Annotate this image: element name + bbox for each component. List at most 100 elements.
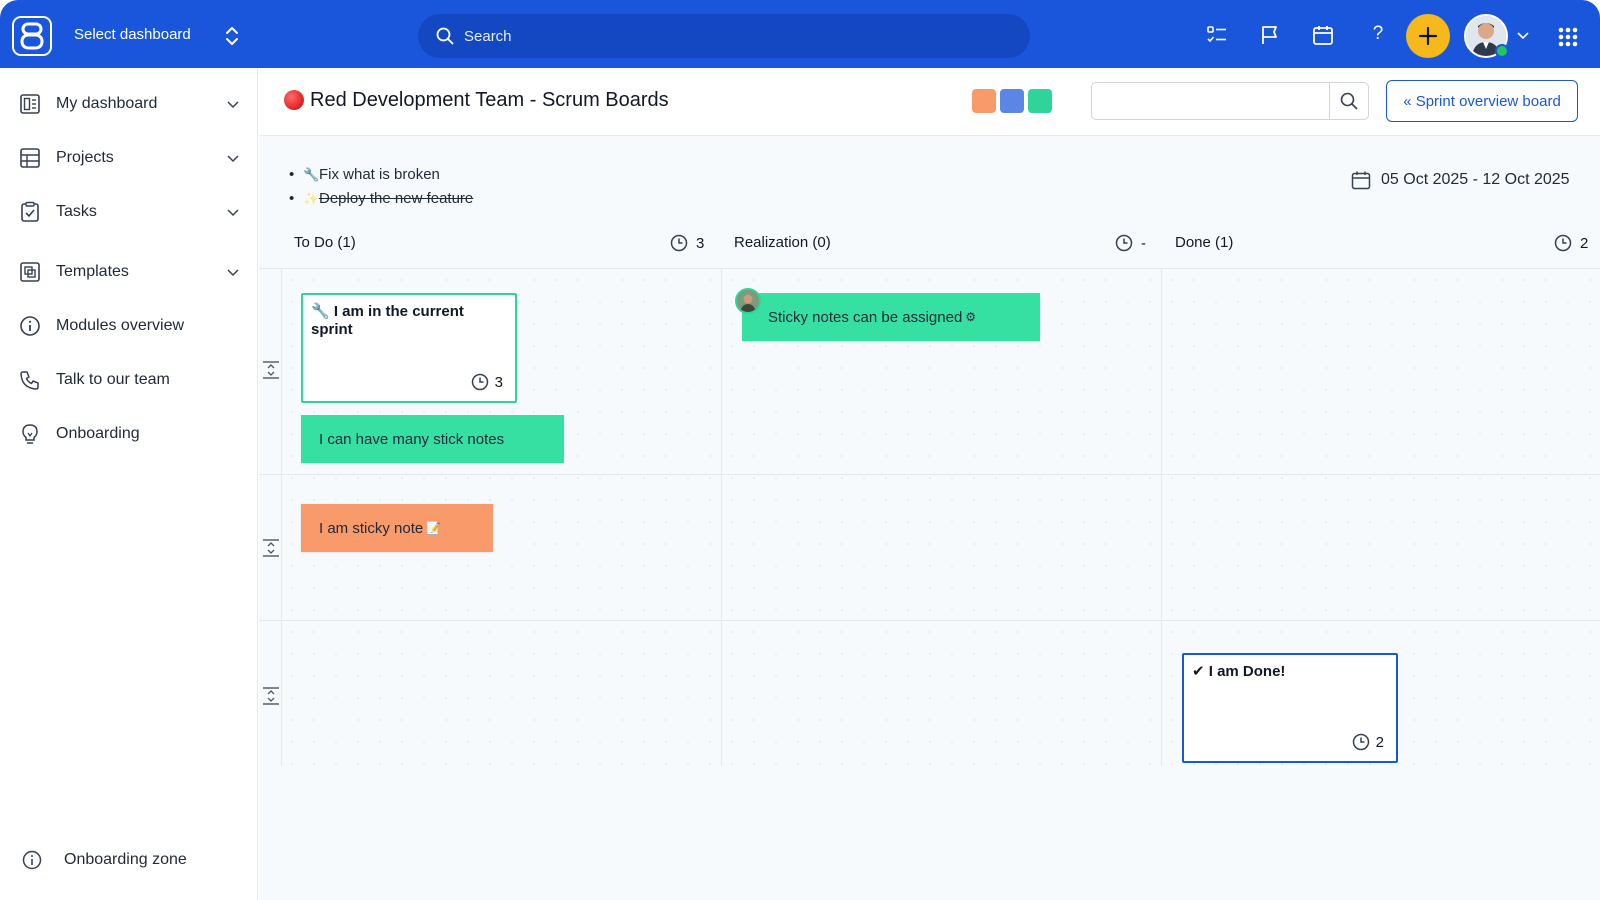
global-search[interactable] <box>418 14 1030 58</box>
estimate-value: 3 <box>696 234 705 252</box>
sprint-goal-item: ✨Deploy the new feature <box>289 188 473 212</box>
sidebar-item-label: Onboarding <box>56 425 140 442</box>
select-dashboard-label[interactable]: Select dashboard <box>74 26 191 43</box>
logo-icon <box>20 22 44 50</box>
sprint-overview-button[interactable]: « Sprint overview board <box>1386 80 1578 122</box>
estimate-value: - <box>1141 234 1146 252</box>
sidebar-item-tasks[interactable]: Tasks <box>0 192 258 232</box>
color-filter-orange[interactable] <box>972 89 996 113</box>
collapse-row-icon[interactable] <box>262 538 280 558</box>
divider <box>259 474 1600 475</box>
sidebar-item-label: Templates <box>56 263 129 280</box>
sidebar-item-projects[interactable]: Projects <box>0 138 258 178</box>
red-circle-icon <box>284 90 304 110</box>
sprint-goal-text: Deploy the new feature <box>319 190 474 207</box>
search-icon <box>1340 92 1357 110</box>
sticky-note[interactable]: I am sticky note 📝 <box>301 504 493 552</box>
wrench-icon: 🔧 <box>303 167 320 182</box>
sticky-note-text: I am sticky note <box>319 519 424 537</box>
clock-icon <box>471 373 488 391</box>
checklist-icon[interactable] <box>1206 24 1228 46</box>
help-icon[interactable]: ? <box>1368 23 1388 45</box>
onboarding-zone-label: Onboarding zone <box>64 851 187 868</box>
task-card-title: ✔ I am Done! <box>1192 663 1286 680</box>
divider <box>1161 268 1162 766</box>
online-status-icon <box>1495 44 1509 58</box>
board-header: Red Development Team - Scrum Boards « Sp… <box>259 68 1600 136</box>
info-icon <box>22 850 42 870</box>
sidebar-item-onboarding[interactable]: Onboarding <box>0 414 258 454</box>
phone-icon <box>20 371 39 390</box>
column-estimate-realization: - <box>1115 234 1146 252</box>
sidebar-item-templates[interactable]: Templates <box>0 252 258 292</box>
sidebar-item-label: My dashboard <box>56 95 158 112</box>
sidebar-item-label: Talk to our team <box>56 371 170 388</box>
sticky-note[interactable]: Sticky notes can be assigned ⚙ <box>742 293 1040 341</box>
sparkle-icon: ✨ <box>303 191 320 206</box>
sticky-note-text: Sticky notes can be assigned <box>768 308 963 326</box>
chevron-down-icon[interactable] <box>226 97 240 111</box>
calendar-icon <box>1351 171 1371 190</box>
sprint-goals: 🔧Fix what is broken ✨Deploy the new feat… <box>289 164 473 212</box>
search-input[interactable] <box>464 27 964 45</box>
apps-grid-icon[interactable] <box>1557 26 1579 48</box>
sidebar-item-modules-overview[interactable]: Modules overview <box>0 306 258 346</box>
projects-icon <box>20 148 40 168</box>
clock-icon <box>1554 234 1572 252</box>
sprint-date-range[interactable]: 05 Oct 2025 - 12 Oct 2025 <box>1351 170 1570 190</box>
chevron-down-icon[interactable] <box>226 265 240 279</box>
chevron-down-icon[interactable] <box>226 151 240 165</box>
sticky-note[interactable]: I can have many stick notes <box>301 415 564 463</box>
lightbulb-icon <box>22 424 38 444</box>
sidebar: My dashboard Projects Tasks Templates Mo… <box>0 68 258 900</box>
person-icon <box>737 290 759 312</box>
collapse-row-icon[interactable] <box>262 360 280 380</box>
add-button[interactable] <box>1406 14 1450 58</box>
clock-icon <box>1115 234 1133 252</box>
column-estimate-todo: 3 <box>670 234 704 252</box>
gear-icon: ⚙ <box>965 310 977 324</box>
estimate-value: 3 <box>494 373 503 391</box>
board-search-button[interactable] <box>1329 83 1367 119</box>
sidebar-item-talk-to-team[interactable]: Talk to our team <box>0 360 258 400</box>
dashboard-icon <box>20 94 40 114</box>
board-search-input[interactable] <box>1091 82 1369 120</box>
clock-icon <box>1352 733 1369 751</box>
info-icon <box>20 316 40 336</box>
divider <box>721 268 722 766</box>
divider <box>259 268 1600 269</box>
clock-icon <box>670 234 688 252</box>
collapse-row-icon[interactable] <box>262 686 280 706</box>
task-card[interactable]: 🔧 I am in the current sprint 3 <box>301 293 517 403</box>
top-bar: Select dashboard ? <box>0 0 1600 68</box>
color-filter-blue[interactable] <box>1000 89 1024 113</box>
chevron-updown-icon[interactable] <box>224 24 240 48</box>
app-logo[interactable] <box>12 16 52 56</box>
sidebar-item-label: Tasks <box>56 203 97 220</box>
calendar-icon[interactable] <box>1312 24 1334 46</box>
task-card-title: 🔧 I am in the current sprint <box>311 303 464 338</box>
note-icon: 📝 <box>426 521 442 535</box>
column-header-todo: To Do (1) <box>294 234 356 251</box>
sprint-goal-item: 🔧Fix what is broken <box>289 164 473 188</box>
chevron-down-icon[interactable] <box>1516 28 1530 42</box>
chevron-down-icon[interactable] <box>226 205 240 219</box>
search-icon <box>436 27 454 45</box>
sidebar-item-label: Modules overview <box>56 317 185 334</box>
column-header-done: Done (1) <box>1175 234 1234 251</box>
divider <box>281 268 282 766</box>
sidebar-onboarding-zone[interactable]: Onboarding zone <box>0 840 258 880</box>
flag-icon[interactable] <box>1259 24 1281 46</box>
task-card[interactable]: ✔ I am Done! 2 <box>1182 653 1398 763</box>
sprint-goal-text: Fix what is broken <box>319 166 440 183</box>
color-filter-green[interactable] <box>1028 89 1052 113</box>
task-card-estimate: 3 <box>471 373 503 391</box>
plus-icon <box>1418 26 1438 46</box>
clipboard-check-icon <box>21 201 39 222</box>
assignee-avatar[interactable] <box>735 288 761 314</box>
sidebar-item-my-dashboard[interactable]: My dashboard <box>0 84 258 124</box>
date-range-text: 05 Oct 2025 - 12 Oct 2025 <box>1381 171 1570 188</box>
divider <box>259 620 1600 621</box>
page-title: Red Development Team - Scrum Boards <box>310 89 669 111</box>
estimate-value: 2 <box>1375 733 1384 751</box>
